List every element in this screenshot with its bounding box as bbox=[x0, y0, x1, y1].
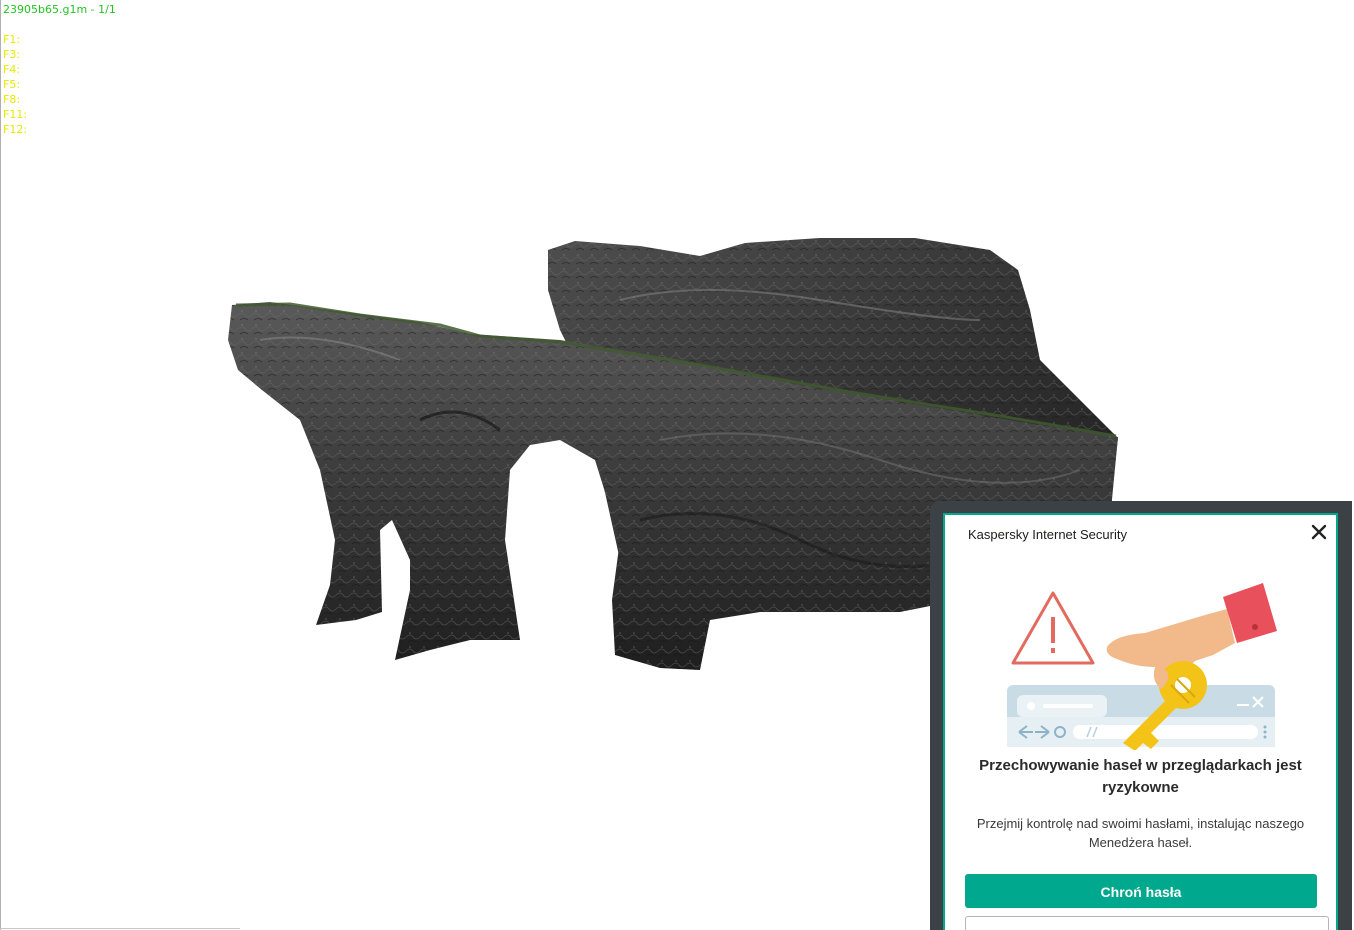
password-illustration bbox=[1007, 583, 1277, 750]
protect-passwords-button[interactable]: Chroń hasła bbox=[965, 874, 1317, 908]
close-button[interactable] bbox=[1310, 523, 1328, 541]
dont-show-again-button[interactable]: Nie wyświetlaj tego ponownie bbox=[965, 916, 1329, 930]
app-name-label: Kaspersky Internet Security bbox=[968, 527, 1127, 542]
kaspersky-notification: Kaspersky Internet Security Przechowywan… bbox=[943, 513, 1338, 930]
warning-triangle-icon bbox=[1011, 591, 1095, 665]
close-icon bbox=[1311, 524, 1327, 540]
popup-description: Przejmij kontrolę nad swoimi hasłami, in… bbox=[976, 816, 1305, 850]
popup-heading: Przechowywanie haseł w przeglądarkach je… bbox=[979, 757, 1302, 796]
3d-viewport[interactable]: 23905b65.g1m - 1/1 F1: F3: F4: F5: F8: F… bbox=[0, 0, 1354, 930]
